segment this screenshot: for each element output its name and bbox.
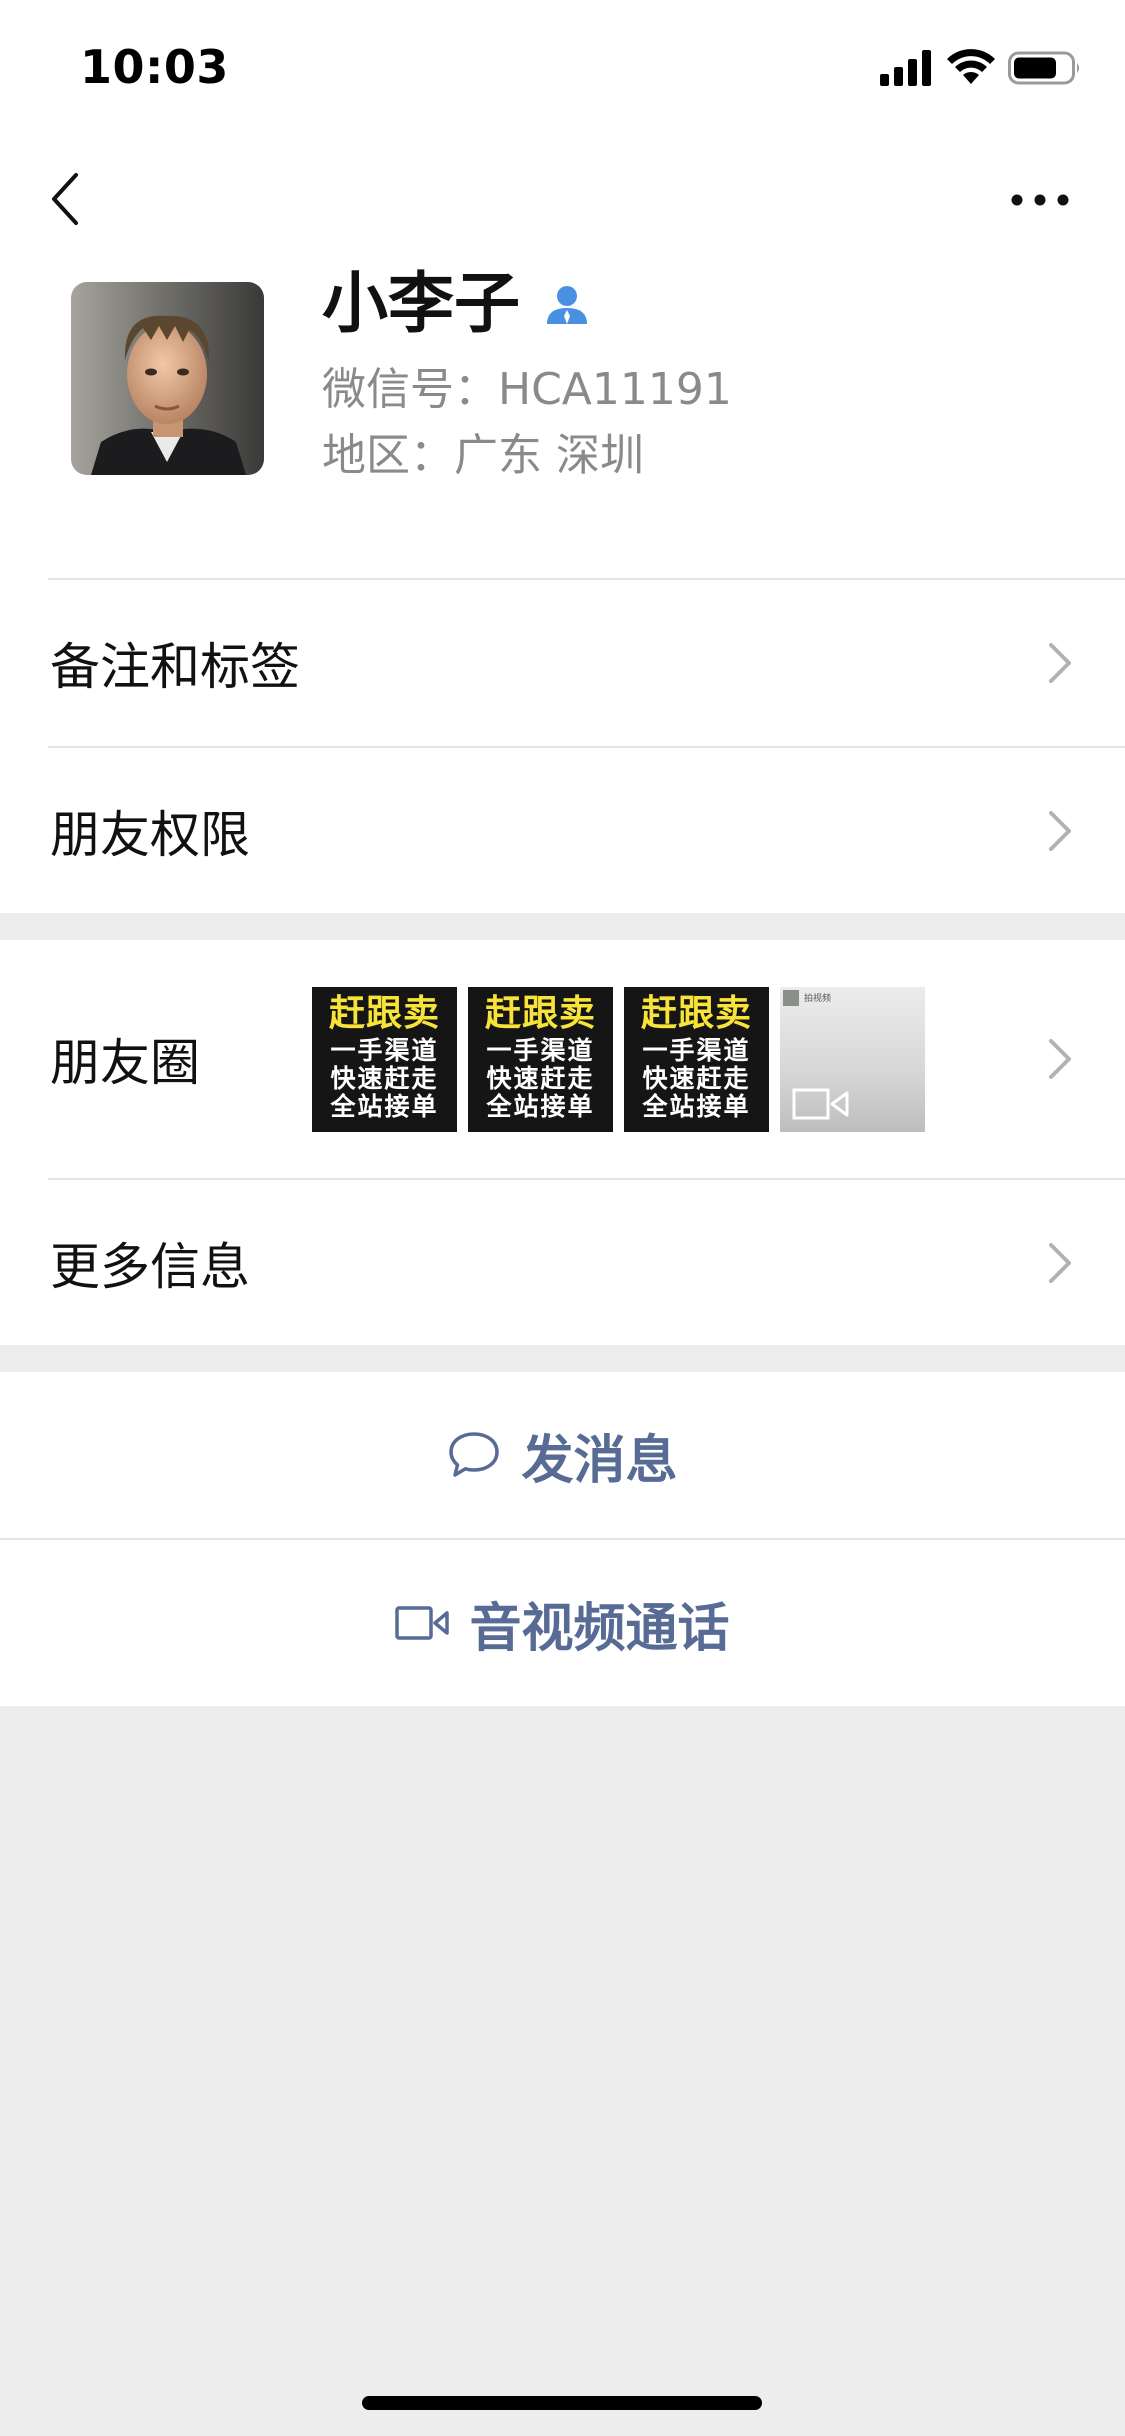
wechat-id: 微信号：HCA11191 [322,364,732,415]
status-bar: 10:03 [0,0,1125,132]
chat-bubble-icon [449,1432,500,1477]
thumbnail-line: 一手渠道 [330,1036,439,1065]
friend-permissions-row[interactable]: 朋友权限 [0,748,1125,913]
back-button[interactable] [40,166,90,232]
remark-tags-label: 备注和标签 [50,638,300,696]
av-call-button[interactable]: 音视频通话 [0,1540,1125,1706]
moments-thumbnail[interactable]: 赶跟卖 一手渠道 快速赶走 全站接单 [468,987,613,1132]
contact-name: 小李子 [322,265,520,342]
chevron-right-icon [1049,810,1071,851]
thumbnail-line: 快速赶走 [330,1064,439,1093]
person-icon [547,286,587,324]
video-caption: 拍视频 [804,994,832,1004]
home-indicator[interactable] [362,2396,762,2410]
chevron-right-icon [1049,1039,1071,1079]
video-camera-icon [792,1088,849,1120]
chevron-left-icon [52,173,78,225]
thumbnail-title: 赶跟卖 [328,993,440,1034]
thumbnail-line: 快速赶走 [486,1064,595,1093]
more-button[interactable] [1005,180,1075,220]
avatar[interactable] [71,282,264,475]
thumbnail-line: 全站接单 [486,1092,595,1121]
moments-video-thumbnail[interactable]: 拍视频 [780,987,925,1132]
moments-label: 朋友圈 [50,1034,200,1092]
chevron-right-icon [1049,1242,1071,1283]
thumbnail-line: 全站接单 [642,1092,751,1121]
video-camera-icon [395,1606,450,1640]
send-message-button[interactable]: 发消息 [0,1372,1125,1538]
cellular-signal-icon [880,50,931,86]
thumbnail-line: 一手渠道 [486,1036,595,1065]
battery-icon [1008,51,1079,85]
region: 地区：广东 深圳 [322,430,644,481]
more-info-label: 更多信息 [50,1237,250,1296]
av-call-label: 音视频通话 [469,1598,730,1659]
thumbnail-line: 快速赶走 [642,1064,751,1093]
mini-avatar [783,990,799,1006]
contact-profile-screen: 10:03 小李子 微信号：HCA11191 地区：广东 深圳 备注和标签 朋友… [0,0,1125,2436]
moments-thumbnail[interactable]: 赶跟卖 一手渠道 快速赶走 全站接单 [624,987,769,1132]
chevron-right-icon [1049,643,1071,683]
status-time: 10:03 [80,40,229,94]
more-dots-icon [1011,194,1069,206]
thumbnail-title: 赶跟卖 [640,993,752,1034]
moments-thumbnail[interactable]: 赶跟卖 一手渠道 快速赶走 全站接单 [312,987,457,1132]
avatar-photo [71,282,264,475]
thumbnail-line: 一手渠道 [642,1036,751,1065]
wifi-icon [947,49,995,84]
more-info-row[interactable]: 更多信息 [0,1180,1125,1345]
thumbnail-title: 赶跟卖 [484,993,596,1034]
send-message-label: 发消息 [521,1430,678,1491]
friend-permissions-label: 朋友权限 [50,805,250,864]
remark-tags-row[interactable]: 备注和标签 [0,580,1125,746]
thumbnail-line: 全站接单 [330,1092,439,1121]
